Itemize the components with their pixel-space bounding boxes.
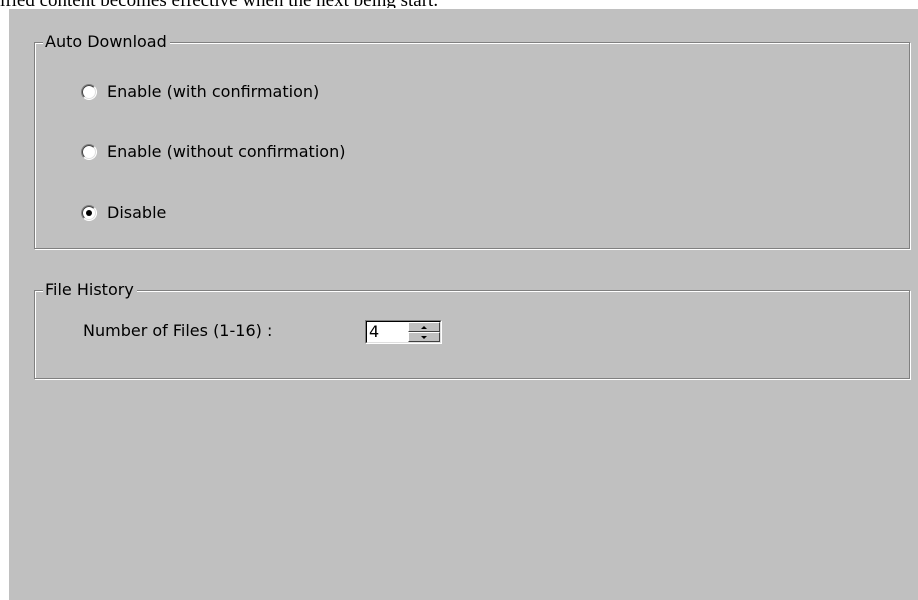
number-of-files-label: Number of Files (1-16) : <box>83 321 273 340</box>
spin-down-button[interactable] <box>408 332 440 342</box>
radio-enable-without-confirmation[interactable]: Enable (without confirmation) <box>81 142 345 162</box>
settings-panel: Auto Download Enable (with confirmation)… <box>8 8 918 600</box>
auto-download-title: Auto Download <box>43 32 170 52</box>
radio-button-icon[interactable] <box>81 144 97 160</box>
radio-button-selected-icon[interactable] <box>81 205 97 221</box>
number-of-files-input[interactable]: 4 <box>367 322 408 342</box>
radio-label[interactable]: Enable (without confirmation) <box>107 142 345 162</box>
radio-label[interactable]: Enable (with confirmation) <box>107 82 319 102</box>
radio-label[interactable]: Disable <box>107 203 166 223</box>
arrow-down-icon <box>421 335 427 339</box>
radio-disable[interactable]: Disable <box>81 203 166 223</box>
number-of-files-spinner[interactable]: 4 <box>365 320 442 344</box>
file-history-title: File History <box>43 280 137 300</box>
radio-button-icon[interactable] <box>81 84 97 100</box>
auto-download-group: Auto Download Enable (with confirmation)… <box>34 32 910 249</box>
arrow-up-icon <box>421 325 427 329</box>
radio-enable-with-confirmation[interactable]: Enable (with confirmation) <box>81 82 319 102</box>
file-history-group: File History Number of Files (1-16) : 4 <box>34 280 910 379</box>
spin-up-button[interactable] <box>408 322 440 332</box>
